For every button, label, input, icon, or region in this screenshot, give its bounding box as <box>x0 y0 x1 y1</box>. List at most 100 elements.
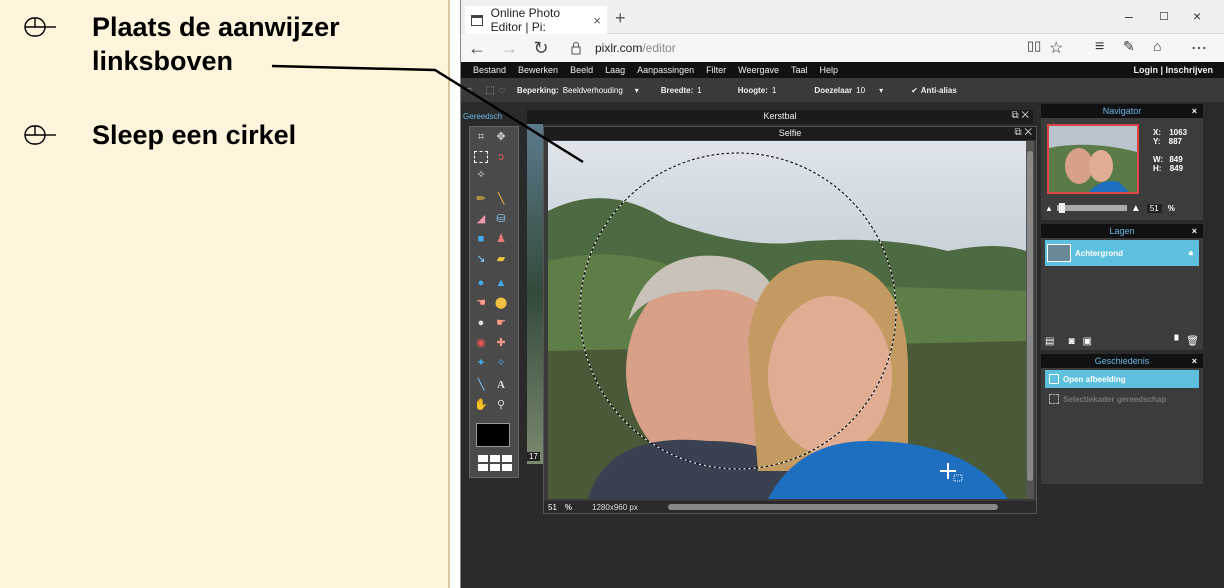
magic-wand-icon[interactable]: ✧ <box>474 169 488 181</box>
navigator-zoom-value[interactable]: 51 <box>1146 203 1162 213</box>
menu-help[interactable]: Help <box>820 65 839 75</box>
history-item[interactable]: Open afbeelding <box>1045 370 1199 388</box>
layer-thumbnail <box>1047 244 1071 262</box>
menu-bestand[interactable]: Bestand <box>473 65 506 75</box>
zoom-icon[interactable]: ⚲ <box>494 399 508 411</box>
tools-panel-title: Gereedsch <box>463 112 503 121</box>
y-label: Y: <box>1153 137 1161 146</box>
spot-heal-icon[interactable]: ✚ <box>494 337 508 349</box>
foreground-color-swatch[interactable] <box>476 423 510 447</box>
close-icon[interactable]: × <box>1192 104 1197 118</box>
stamp-icon[interactable]: ♟ <box>494 233 508 245</box>
marquee-rect-icon[interactable]: ⬚ <box>486 85 495 96</box>
add-layer-style-icon[interactable]: ▣ <box>1083 336 1092 347</box>
zoom-input[interactable]: 51 <box>548 503 557 512</box>
close-icon[interactable]: × <box>1192 354 1197 368</box>
refresh-button[interactable]: ↻ <box>525 38 557 59</box>
zoom-out-icon[interactable]: ▲ <box>1045 204 1053 213</box>
history-item[interactable]: Selectiekader gereedschap <box>1045 390 1199 408</box>
sponge-icon[interactable]: ⬤ <box>494 297 508 309</box>
hand-icon[interactable]: ✋ <box>474 399 488 411</box>
hoogte-input[interactable]: 1 <box>772 86 776 95</box>
horizontal-scrollbar[interactable] <box>667 504 998 510</box>
favorite-star-icon[interactable]: ☆ <box>1049 38 1063 58</box>
login-signup-link[interactable]: Login | Inschrijven <box>1133 65 1213 75</box>
move-handle-icon[interactable]: ⌗ <box>467 85 472 95</box>
dropdown-arrow-icon[interactable]: ▾ <box>635 86 639 95</box>
forward-button[interactable]: → <box>493 38 525 59</box>
color-replace-icon[interactable]: ↘ <box>474 253 488 265</box>
menu-laag[interactable]: Laag <box>605 65 625 75</box>
web-note-icon[interactable]: ✎ <box>1123 38 1135 55</box>
document-kerstbal-image <box>527 124 543 464</box>
more-icon[interactable]: ⋯ <box>1191 38 1207 58</box>
crop-icon[interactable]: ⌗ <box>474 131 488 143</box>
zoom-slider[interactable] <box>1056 203 1127 213</box>
url-field[interactable]: pixlr.com/editor <box>595 41 676 55</box>
grid-icon[interactable] <box>478 455 512 471</box>
drawing-icon[interactable]: ▰ <box>494 253 508 265</box>
type-tool-icon[interactable]: A <box>494 379 508 391</box>
layer-tools: ▤ ◙ ▣ ▝ 🗑︎ <box>1045 336 1199 347</box>
beperking-select[interactable]: Beeldverhouding <box>563 86 623 95</box>
vertical-scrollbar[interactable] <box>1026 141 1034 499</box>
minimize-button[interactable]: – <box>1125 8 1133 24</box>
antialias-label: Anti-alias <box>920 85 957 95</box>
smudge-icon[interactable]: ☚ <box>474 297 488 309</box>
layer-row[interactable]: Achtergrond 🔒︎ <box>1045 240 1199 266</box>
tab-close-icon[interactable]: × <box>593 13 601 28</box>
hub-icon[interactable]: ≡ <box>1095 38 1104 56</box>
brush-icon[interactable]: ╲ <box>494 193 508 205</box>
window-controls[interactable]: ⧉ ✕ <box>1011 110 1029 122</box>
selfie-photo-canvas[interactable] <box>548 141 1026 499</box>
tab-title: Online Photo Editor | Pi: <box>490 6 561 34</box>
eraser-icon[interactable]: ◢ <box>474 213 488 225</box>
history-item-label: Open afbeelding <box>1063 374 1126 384</box>
marquee-icon <box>1049 394 1059 404</box>
layer-settings-icon[interactable]: ▤ <box>1045 336 1054 347</box>
menu-bewerken[interactable]: Bewerken <box>518 65 558 75</box>
lasso-icon[interactable]: ↄ <box>494 151 508 163</box>
browser-tab[interactable]: Online Photo Editor | Pi: × <box>465 6 607 34</box>
reading-view-icon[interactable]: ▯▯ <box>1027 38 1041 54</box>
antialias-checkbox[interactable]: ✔ <box>911 86 918 95</box>
layer-mask-icon[interactable]: ◙ <box>1068 336 1074 347</box>
tab-page-icon <box>471 14 483 26</box>
pencil-icon[interactable]: ✏ <box>474 193 488 205</box>
back-button[interactable]: ← <box>461 38 493 59</box>
breedte-input[interactable]: 1 <box>697 86 701 95</box>
new-layer-icon[interactable]: ▝ <box>1171 336 1179 347</box>
bloat-icon[interactable]: ✦ <box>474 357 488 369</box>
window-controls[interactable]: ⧉ ✕ <box>1014 127 1032 139</box>
sharpen-icon[interactable]: ▲ <box>494 277 508 289</box>
trash-icon[interactable]: 🗑︎ <box>1186 336 1199 347</box>
marquee-tool-icon[interactable] <box>474 151 488 163</box>
navigator-thumbnail[interactable] <box>1047 124 1139 194</box>
close-window-button[interactable]: × <box>1193 8 1201 24</box>
menu-filter[interactable]: Filter <box>706 65 726 75</box>
menu-aanpassingen[interactable]: Aanpassingen <box>637 65 694 75</box>
maximize-button[interactable]: ☐ <box>1159 10 1169 23</box>
move-tool-icon[interactable]: ✥ <box>494 131 508 143</box>
menu-taal[interactable]: Taal <box>791 65 808 75</box>
doezelaar-input[interactable]: 10 <box>856 86 865 95</box>
dropdown-arrow-icon[interactable]: ▾ <box>879 86 883 95</box>
w-label: W: <box>1153 155 1164 164</box>
marquee-ellipse-icon[interactable]: ◌ <box>499 85 505 96</box>
dodge-icon[interactable]: ● <box>474 317 488 329</box>
zoom-in-icon[interactable]: ▲ <box>1131 203 1141 214</box>
close-icon[interactable]: × <box>1192 224 1197 238</box>
red-eye-icon[interactable]: ◉ <box>474 337 488 349</box>
menu-beeld[interactable]: Beeld <box>570 65 593 75</box>
blur-icon[interactable]: ● <box>474 277 488 289</box>
bucket-icon[interactable]: ⛁ <box>494 213 508 225</box>
share-icon[interactable]: ⌂ <box>1153 38 1161 54</box>
pinch-icon[interactable]: ✧ <box>494 357 508 369</box>
gradient-icon[interactable]: ■ <box>474 233 488 245</box>
document-selfie-titlebar[interactable]: Selfie ⧉ ✕ <box>544 127 1036 140</box>
color-picker-icon[interactable]: ╲ <box>474 379 488 391</box>
new-tab-button[interactable]: + <box>615 8 626 29</box>
document-kerstbal-titlebar[interactable]: Kerstbal ⧉ ✕ <box>527 110 1033 124</box>
burn-icon[interactable]: ☛ <box>494 317 508 329</box>
menu-weergave[interactable]: Weergave <box>738 65 779 75</box>
